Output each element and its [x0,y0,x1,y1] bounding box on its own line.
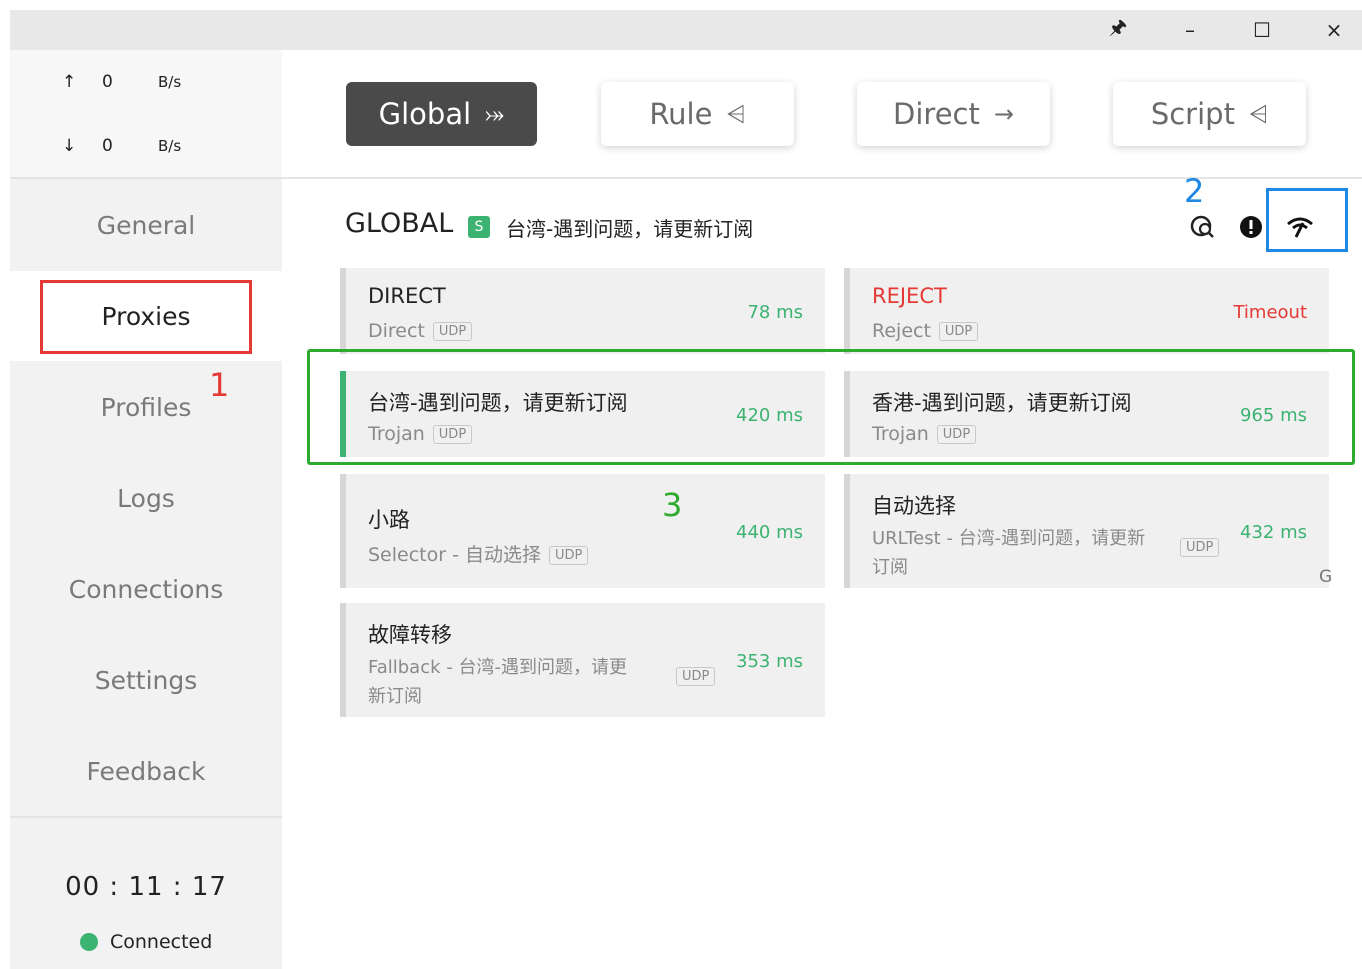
direct-mode-icon: → [993,100,1014,128]
mode-label: Global [378,97,472,131]
proxy-type-line1: Fallback - 台湾-遇到问题，请更 [368,657,627,678]
udp-badge: UDP [1180,538,1220,557]
mode-script-button[interactable]: Script ⩤ [1113,82,1306,146]
selector-badge: S [468,216,490,238]
upload-value: 0 [102,72,113,92]
proxy-type-line2: 订阅 [872,557,908,578]
nav-general[interactable]: General [10,180,282,270]
download-speed: ↓ 0 B/s [62,136,181,156]
proxy-name: REJECT [872,284,947,308]
nav-feedback[interactable]: Feedback [10,726,282,816]
proxy-type: Direct UDP [368,320,473,342]
mode-direct-button[interactable]: Direct → [857,82,1050,146]
nav-connections[interactable]: Connections [10,544,282,634]
nav-profiles[interactable]: Profiles [10,362,282,452]
annotation-label-3: 3 [662,486,683,524]
uptime-timer: 00 : 11 : 17 [65,872,227,902]
download-unit: B/s [158,137,182,155]
proxy-name: 自动选择 [872,494,956,518]
proxy-card-direct[interactable]: DIRECT Direct UDP 78 ms [340,268,825,354]
title-bar [10,10,1362,50]
script-mode-icon: ⩤ [1248,100,1269,128]
nav-settings[interactable]: Settings [10,635,282,725]
download-arrow-icon: ↓ [62,136,77,156]
upload-speed: ↑ 0 B/s [62,72,181,92]
proxy-name: 小路 [368,508,410,532]
proxy-type: Selector - 自动选择 UDP [368,540,589,567]
proxy-type: Reject UDP [872,320,979,342]
annotation-box-latency-test [1266,188,1348,252]
info-icon[interactable] [1236,212,1266,242]
udp-badge: UDP [676,667,716,686]
proxy-card-xiaolu[interactable]: 小路 Selector - 自动选择 UDP 440 ms [340,474,825,588]
proxy-card-reject[interactable]: REJECT Reject UDP Timeout [844,268,1329,354]
nav-logs[interactable]: Logs [10,453,282,543]
divider [10,177,282,179]
group-current-proxy: 台湾-遇到问题，请更新订阅 [506,217,754,241]
proxy-card-auto-select[interactable]: 自动选择 URLTest - 台湾-遇到问题，请更新 订阅 UDP 432 ms [844,474,1329,588]
proxy-latency: 432 ms [1240,522,1307,543]
upload-arrow-icon: ↑ [62,72,77,92]
maximize-button[interactable]: ☐ [1244,10,1280,50]
group-mark: G [1319,567,1333,587]
status-dot-icon [80,933,98,951]
proxy-latency: Timeout [1233,302,1307,323]
upload-unit: B/s [158,73,182,91]
minimize-button[interactable]: – [1172,10,1208,50]
proxy-card-fallback[interactable]: 故障转移 Fallback - 台湾-遇到问题，请更 新订阅 UDP 353 m… [340,603,825,717]
pin-icon[interactable]: 🖈 [1100,10,1136,50]
mode-label: Rule [649,97,713,131]
global-mode-icon: ⤖ [485,100,505,128]
close-button[interactable]: × [1316,10,1352,50]
rule-mode-icon: ⩤ [726,100,746,128]
udp-badge: UDP [432,322,473,341]
proxy-type-line1: URLTest - 台湾-遇到问题，请更新 [872,528,1146,549]
udp-badge: UDP [938,322,979,341]
mode-global-button[interactable]: Global ⤖ [346,82,537,146]
annotation-box-proxy-nodes [307,349,1355,465]
traffic-panel [10,50,282,178]
divider [10,816,282,818]
annotation-box-proxies [40,280,252,354]
proxy-name: DIRECT [368,284,446,308]
connection-status: Connected [80,931,212,953]
annotation-label-2: 2 [1184,172,1205,210]
proxy-latency: 440 ms [736,522,803,543]
mode-label: Direct [893,97,980,131]
annotation-label-1: 1 [209,366,230,404]
proxy-latency: 353 ms [736,651,803,672]
proxy-type-line2: 新订阅 [368,686,422,707]
proxy-name: 故障转移 [368,623,452,647]
udp-badge: UDP [549,546,589,565]
mode-label: Script [1150,97,1235,131]
connection-label: Connected [110,931,213,953]
download-value: 0 [102,136,113,156]
proxy-latency: 78 ms [747,302,803,323]
group-title[interactable]: GLOBAL [345,208,453,239]
locate-icon[interactable] [1188,212,1218,242]
mode-rule-button[interactable]: Rule ⩤ [601,82,794,146]
